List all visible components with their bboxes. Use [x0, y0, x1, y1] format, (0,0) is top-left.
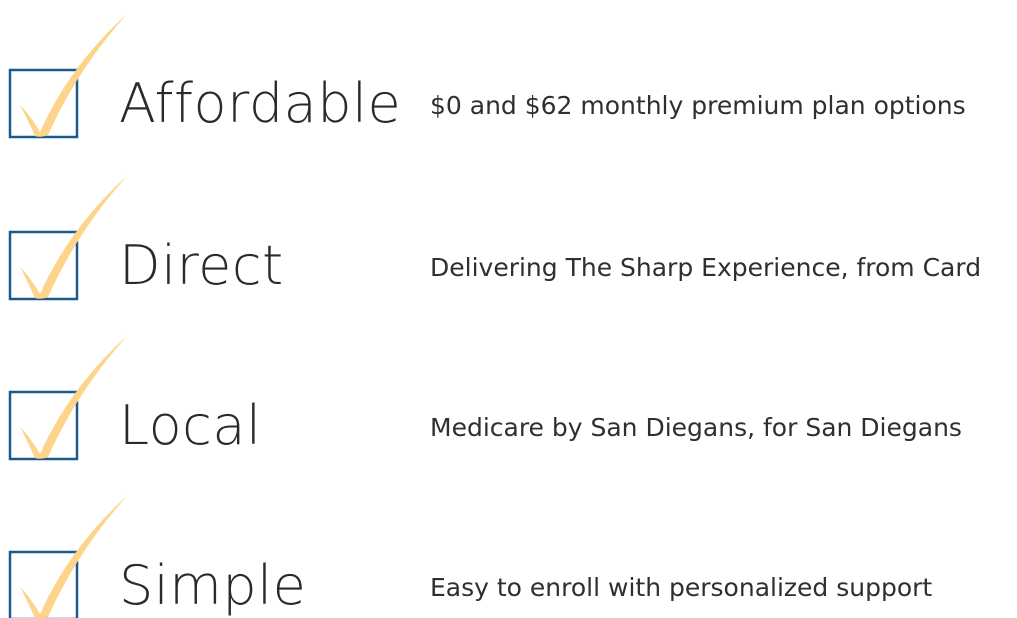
feature-heading: Affordable	[119, 72, 402, 135]
feature-row-direct: Direct Delivering The Sharp Experience, …	[0, 172, 1017, 322]
feature-description: Medicare by San Diegans, for San Diegans	[430, 413, 962, 442]
feature-heading: Local	[119, 394, 262, 457]
feature-heading: Simple	[119, 554, 307, 617]
feature-description: Delivering The Sharp Experience, from Ca…	[430, 253, 982, 282]
feature-row-local: Local Medicare by San Diegans, for San D…	[0, 332, 1017, 482]
feature-description: Easy to enroll with personalized support	[430, 573, 933, 602]
feature-description: $0 and $62 monthly premium plan options	[430, 91, 966, 120]
feature-heading: Direct	[119, 234, 284, 297]
feature-row-simple: Simple Easy to enroll with personalized …	[0, 492, 1017, 618]
feature-row-affordable: Affordable $0 and $62 monthly premium pl…	[0, 10, 1017, 160]
